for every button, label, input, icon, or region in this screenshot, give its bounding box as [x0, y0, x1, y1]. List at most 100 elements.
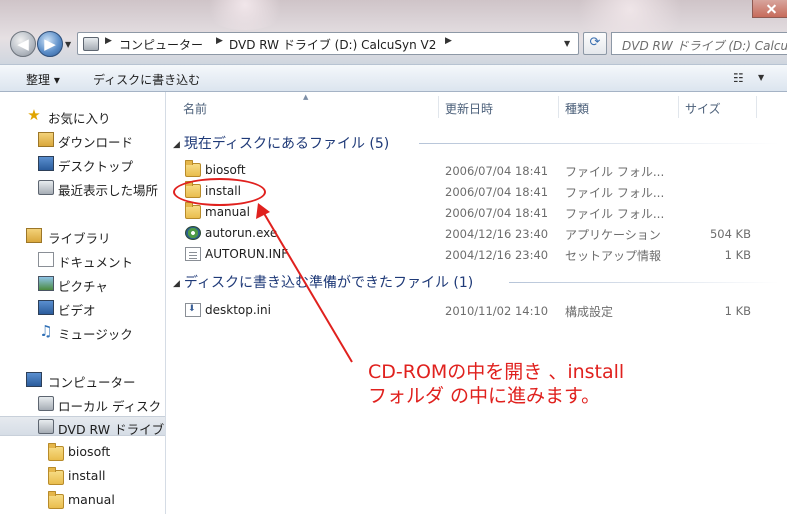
- pictures-icon: [38, 276, 54, 291]
- folder-icon: [48, 443, 64, 461]
- folder-icon: [48, 491, 64, 509]
- nav-label: ローカル ディスク (: [58, 399, 166, 414]
- music-icon: ♫: [39, 322, 53, 340]
- nav-folder-manual[interactable]: manual: [0, 490, 165, 510]
- nav-local-disk[interactable]: ローカル ディスク (: [0, 394, 166, 414]
- nav-downloads[interactable]: ダウンロード: [0, 130, 165, 150]
- file-name: desktop.ini: [205, 303, 271, 317]
- group-header-ready-to-burn[interactable]: ◢ ディスクに書き込む準備ができたファイル (1): [173, 272, 473, 292]
- organize-button[interactable]: 整理 ▾: [26, 71, 60, 88]
- nav-music[interactable]: ♫ ミュージック: [0, 322, 165, 343]
- nav-label: ライブラリ: [48, 231, 111, 246]
- nav-pictures[interactable]: ピクチャ: [0, 274, 165, 294]
- computer-icon: [26, 372, 42, 387]
- back-button[interactable]: ◀: [10, 31, 36, 57]
- star-icon: ★: [27, 106, 41, 124]
- file-list-pane: ▲ 名前 更新日時 種類 サイズ ◢ 現在ディスクにあるファイル (5) bios…: [167, 92, 787, 514]
- forward-button[interactable]: ▶: [37, 31, 63, 57]
- nav-label: ドキュメント: [58, 255, 134, 270]
- folder-icon: [185, 160, 201, 177]
- column-date[interactable]: 更新日時: [445, 100, 493, 117]
- nav-videos[interactable]: ビデオ: [0, 298, 165, 318]
- file-type: セットアップ情報: [565, 249, 662, 263]
- nav-documents[interactable]: ドキュメント: [0, 250, 165, 270]
- nav-desktop[interactable]: デスクトップ: [0, 154, 165, 174]
- search-input[interactable]: DVD RW ドライブ (D:) Calcu: [611, 32, 787, 55]
- nav-libraries[interactable]: ライブラリ: [0, 226, 165, 246]
- close-icon[interactable]: [752, 0, 787, 18]
- view-options-icon[interactable]: ☷: [733, 71, 744, 85]
- documents-icon: [38, 252, 54, 267]
- file-row-biosoft[interactable]: biosoft 2006/07/04 18:41 ファイル フォル...: [167, 160, 787, 181]
- collapse-icon[interactable]: ◢: [173, 140, 180, 150]
- breadcrumb-dvd-drive[interactable]: DVD RW ドライブ (D:) CalcuSyn V2: [229, 36, 436, 53]
- file-type: ファイル フォル...: [565, 186, 665, 200]
- nav-computer[interactable]: コンピューター: [0, 370, 165, 390]
- downloads-folder-icon: [38, 132, 54, 147]
- nav-label: install: [68, 468, 106, 483]
- file-name: manual: [205, 205, 250, 219]
- nav-folder-biosoft[interactable]: biosoft: [0, 442, 165, 462]
- file-type: アプリケーション: [565, 228, 661, 242]
- nav-label: biosoft: [68, 444, 111, 459]
- address-dropdown-icon[interactable]: ▼: [564, 39, 570, 48]
- column-size[interactable]: サイズ: [685, 100, 721, 117]
- breadcrumb-computer[interactable]: コンピューター: [119, 36, 203, 53]
- chevron-right-icon[interactable]: ▶: [105, 36, 112, 46]
- highlight-ellipse: [173, 178, 266, 206]
- file-date: 2004/12/16 23:40: [445, 227, 549, 241]
- file-size: 1 KB: [724, 248, 751, 262]
- title-bar: ◀ ▶ ▼ ▶ コンピューター ▶ DVD RW ドライブ (D:) Calcu…: [0, 0, 787, 64]
- file-date: 2006/07/04 18:41: [445, 185, 549, 199]
- group-header-current-files[interactable]: ◢ 現在ディスクにあるファイル (5): [173, 133, 389, 153]
- column-type[interactable]: 種類: [565, 100, 589, 117]
- file-row-autorun-inf[interactable]: AUTORUN.INF 2004/12/16 23:40 セットアップ情報 1 …: [167, 244, 787, 265]
- dvd-drive-icon: [83, 37, 99, 51]
- refresh-button[interactable]: ⟳: [583, 32, 607, 55]
- nav-recent-places[interactable]: 最近表示した場所: [0, 178, 165, 198]
- nav-label: DVD RW ドライブ: [58, 422, 165, 437]
- config-file-icon: [185, 303, 201, 317]
- annotation-line-1: CD-ROMの中を開き 、install: [368, 361, 625, 383]
- refresh-icon: ⟳: [589, 35, 601, 50]
- nav-label: ミュージック: [58, 327, 133, 342]
- application-icon: [185, 226, 201, 240]
- command-bar: 整理 ▾ ディスクに書き込む ☷ ▼: [0, 64, 787, 92]
- chevron-right-icon[interactable]: ▶: [216, 36, 223, 46]
- chevron-right-icon[interactable]: ▶: [445, 36, 452, 46]
- setup-info-icon: [185, 247, 201, 261]
- nav-label: manual: [68, 492, 115, 507]
- address-bar[interactable]: ▶ コンピューター ▶ DVD RW ドライブ (D:) CalcuSyn V2…: [77, 32, 579, 55]
- nav-label: コンピューター: [48, 375, 136, 390]
- column-name[interactable]: 名前: [183, 100, 207, 117]
- nav-favorites[interactable]: ★ お気に入り: [0, 106, 165, 127]
- nav-dvd-drive[interactable]: DVD RW ドライブ: [0, 416, 165, 437]
- file-row-desktop-ini[interactable]: desktop.ini 2010/11/02 14:10 構成設定 1 KB: [167, 300, 787, 321]
- file-type: ファイル フォル...: [565, 165, 665, 179]
- file-date: 2004/12/16 23:40: [445, 248, 549, 262]
- desktop-icon: [38, 156, 54, 171]
- chevron-down-icon[interactable]: ▼: [758, 73, 764, 82]
- recent-places-icon: [38, 180, 54, 195]
- burn-to-disc-button[interactable]: ディスクに書き込む: [93, 71, 200, 88]
- file-size: 504 KB: [709, 227, 751, 241]
- collapse-icon[interactable]: ◢: [173, 279, 180, 289]
- nav-label: お気に入り: [48, 111, 111, 126]
- file-type: 構成設定: [565, 305, 614, 319]
- group-title: ディスクに書き込む準備ができたファイル (1): [183, 275, 474, 291]
- back-arrow-icon: ◀: [17, 35, 29, 53]
- file-name: biosoft: [205, 163, 246, 177]
- folder-icon: [48, 467, 64, 485]
- nav-label: 最近表示した場所: [58, 183, 159, 198]
- navigation-pane: ★ お気に入り ダウンロード デスクトップ 最近表示した場所 ライブラリ ドキュ…: [0, 92, 166, 514]
- file-name: autorun.exe: [205, 226, 278, 240]
- group-title: 現在ディスクにあるファイル (5): [183, 136, 390, 152]
- sort-ascending-icon: ▲: [303, 93, 309, 101]
- file-date: 2006/07/04 18:41: [445, 164, 549, 178]
- file-row-autorun-exe[interactable]: autorun.exe 2004/12/16 23:40 アプリケーション 50…: [167, 223, 787, 244]
- file-type: ファイル フォル...: [565, 207, 665, 221]
- nav-folder-install[interactable]: install: [0, 466, 165, 486]
- annotation-line-2: フォルダ の中に進みます。: [368, 385, 601, 407]
- file-row-manual[interactable]: manual 2006/07/04 18:41 ファイル フォル...: [167, 202, 787, 223]
- history-dropdown-icon[interactable]: ▼: [65, 40, 71, 49]
